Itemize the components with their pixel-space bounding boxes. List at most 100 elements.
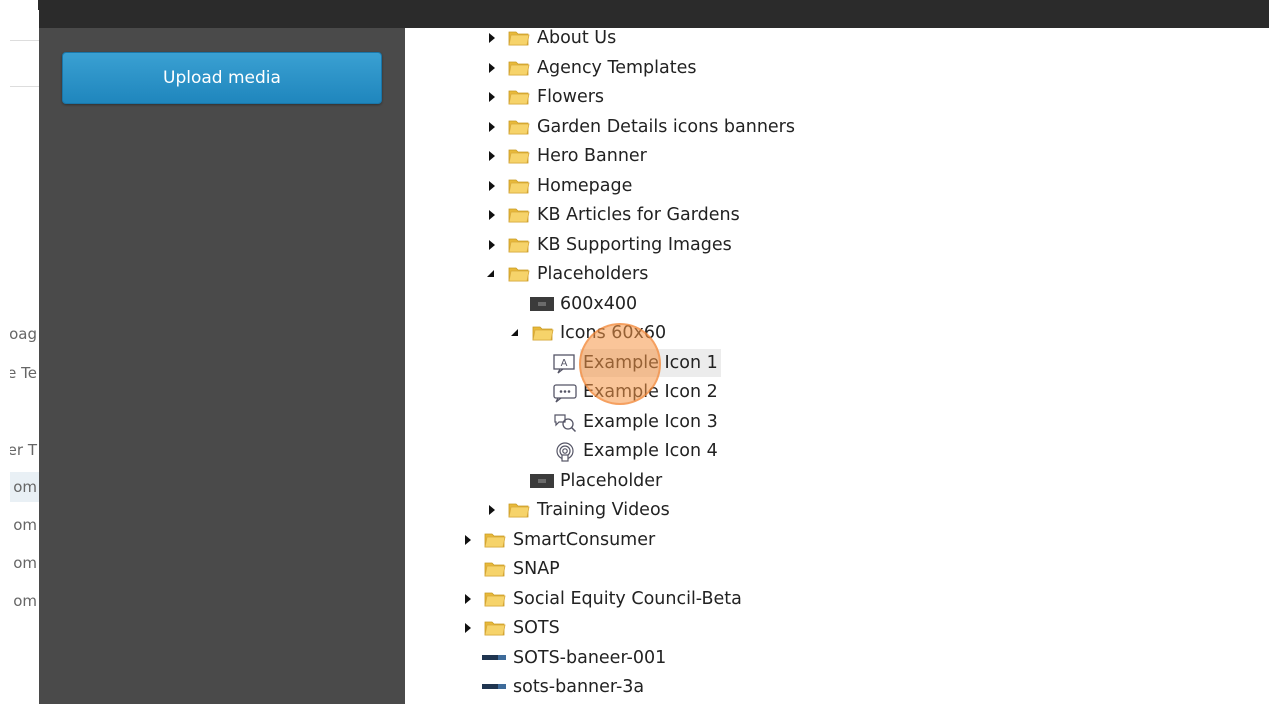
top-left-corner xyxy=(0,0,38,10)
tree-item-snap[interactable]: SNAP xyxy=(405,555,1265,583)
tree-item-label: KB Articles for Gardens xyxy=(537,205,740,225)
tree-item-garden-details-icons-banners[interactable]: Garden Details icons banners xyxy=(405,113,1265,141)
folder-icon xyxy=(508,31,530,46)
collapse-arrow-icon[interactable] xyxy=(487,496,497,524)
collapse-arrow-icon[interactable] xyxy=(463,614,473,642)
collapse-arrow-icon[interactable] xyxy=(487,231,497,259)
tree-item-label: Example Icon 3 xyxy=(583,412,718,432)
collapse-arrow-icon[interactable] xyxy=(487,172,497,200)
folder-icon xyxy=(508,179,530,194)
tree-item-kb-supporting-images[interactable]: KB Supporting Images xyxy=(405,231,1265,259)
tree-item-label: Agency Templates xyxy=(537,58,697,78)
tree-item-sots-banner-3a[interactable]: sots-banner-3a xyxy=(405,673,1265,701)
expand-arrow-icon[interactable] xyxy=(511,319,521,347)
background-nav-item[interactable]: om xyxy=(10,586,39,616)
folder-icon xyxy=(484,621,506,636)
tree-item-label: Placeholders xyxy=(537,264,649,284)
chat-bubble-icon xyxy=(553,384,577,403)
banner-thumbnail-icon xyxy=(482,684,506,689)
tree-item-placeholder[interactable]: Placeholder xyxy=(405,467,1265,495)
tree-item-label: Icons 60x60 xyxy=(560,323,667,343)
tree-item-label: SOTS-baneer-001 xyxy=(513,648,667,668)
upload-media-button[interactable]: Upload media xyxy=(62,52,382,104)
tree-item-example-icon-3[interactable]: Example Icon 3 xyxy=(405,408,1265,436)
tree-item-about-us[interactable]: About Us xyxy=(405,28,1265,52)
tree-item-label: KB Supporting Images xyxy=(537,235,732,255)
media-folder-tree: About Us Agency Templates Flowers Garden De… xyxy=(405,28,1269,704)
divider xyxy=(10,40,39,41)
collapse-arrow-icon[interactable] xyxy=(487,142,497,170)
tree-item-sots[interactable]: SOTS xyxy=(405,614,1265,642)
folder-icon xyxy=(484,533,506,548)
background-nav-item[interactable]: er T xyxy=(10,435,39,465)
tree-item-label: Placeholder xyxy=(560,471,663,491)
tree-item-example-icon-2[interactable]: Example Icon 2 xyxy=(405,378,1265,406)
expand-arrow-icon[interactable] xyxy=(487,260,497,288)
tree-item-smartconsumer[interactable]: SmartConsumer xyxy=(405,526,1265,554)
tree-item-social-equity-council-beta[interactable]: Social Equity Council-Beta xyxy=(405,585,1265,613)
tree-item-label: Hero Banner xyxy=(537,146,647,166)
tree-item-label: Training Videos xyxy=(537,500,670,520)
folder-icon xyxy=(532,326,554,341)
tree-item-600x400[interactable]: 600x400 xyxy=(405,290,1265,318)
tree-item-label: sots-banner-3a xyxy=(513,677,645,697)
media-sidebar: Upload media xyxy=(39,28,405,704)
tree-item-example-icon-1[interactable]: A Example Icon 1 xyxy=(405,349,1265,377)
tree-item-example-icon-4[interactable]: Example Icon 4 xyxy=(405,437,1265,465)
folder-icon xyxy=(508,238,530,253)
background-page: oag e Te er T om om om om xyxy=(10,10,39,704)
tree-item-agency-templates[interactable]: Agency Templates xyxy=(405,54,1265,82)
background-nav-item[interactable]: e Te xyxy=(10,358,39,388)
image-thumbnail-icon xyxy=(530,474,554,488)
collapse-arrow-icon[interactable] xyxy=(487,201,497,229)
folder-icon xyxy=(508,149,530,164)
tree-item-flowers[interactable]: Flowers xyxy=(405,83,1265,111)
tree-item-label: Garden Details icons banners xyxy=(537,117,795,137)
tree-item-label: Example Icon 2 xyxy=(583,382,718,402)
left-edge xyxy=(0,10,10,704)
tree-item-label: Homepage xyxy=(537,176,633,196)
banner-thumbnail-icon xyxy=(482,655,506,660)
folder-icon xyxy=(508,208,530,223)
folder-icon xyxy=(508,120,530,135)
collapse-arrow-icon[interactable] xyxy=(487,54,497,82)
folder-icon xyxy=(484,592,506,607)
svg-text:A: A xyxy=(561,358,568,369)
tree-item-placeholders[interactable]: Placeholders xyxy=(405,260,1265,288)
folder-icon xyxy=(508,61,530,76)
tree-item-label: Example Icon 4 xyxy=(583,441,718,461)
chat-search-icon xyxy=(554,414,577,433)
folder-icon xyxy=(508,503,530,518)
folder-icon xyxy=(508,90,530,105)
folder-icon xyxy=(484,562,506,577)
tree-item-label: About Us xyxy=(537,28,617,48)
collapse-arrow-icon[interactable] xyxy=(487,113,497,141)
folder-icon xyxy=(508,267,530,282)
tree-item-label: 600x400 xyxy=(560,294,638,314)
background-nav-item[interactable]: om xyxy=(10,510,39,540)
top-bar xyxy=(0,0,1269,28)
tree-item-kb-articles-for-gardens[interactable]: KB Articles for Gardens xyxy=(405,201,1265,229)
collapse-arrow-icon[interactable] xyxy=(487,28,497,52)
tree-item-sots-baneer-001[interactable]: SOTS-baneer-001 xyxy=(405,644,1265,672)
collapse-arrow-icon[interactable] xyxy=(463,526,473,554)
tree-item-label: Example Icon 1 xyxy=(580,349,721,377)
tree-item-label: SNAP xyxy=(513,559,560,579)
tree-item-label: SmartConsumer xyxy=(513,530,656,550)
tree-item-label: SOTS xyxy=(513,618,560,638)
tree-item-icons-60x60[interactable]: Icons 60x60 xyxy=(405,319,1265,347)
tree-item-label: Flowers xyxy=(537,87,605,107)
tree-item-homepage[interactable]: Homepage xyxy=(405,172,1265,200)
text-box-icon: A xyxy=(553,354,575,374)
background-nav-item[interactable]: oag xyxy=(10,319,39,349)
tree-item-hero-banner[interactable]: Hero Banner xyxy=(405,142,1265,170)
image-thumbnail-icon xyxy=(530,297,554,311)
background-nav-item[interactable]: om xyxy=(10,472,39,502)
tree-item-label: Social Equity Council-Beta xyxy=(513,589,742,609)
broadcast-icon xyxy=(556,442,574,462)
tree-item-training-videos[interactable]: Training Videos xyxy=(405,496,1265,524)
collapse-arrow-icon[interactable] xyxy=(487,83,497,111)
background-nav-item[interactable]: om xyxy=(10,548,39,578)
divider xyxy=(10,86,39,87)
collapse-arrow-icon[interactable] xyxy=(463,585,473,613)
